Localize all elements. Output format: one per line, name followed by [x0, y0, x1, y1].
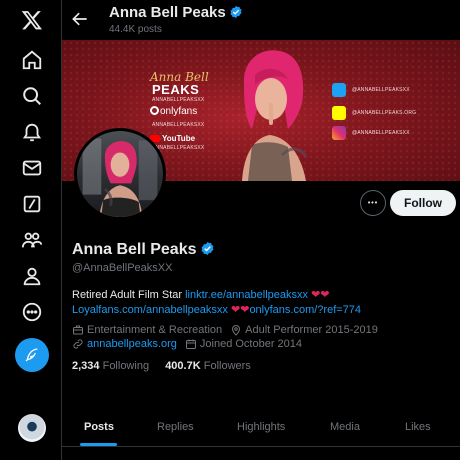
banner-social-2: @ANNABELLPEAKS.ORG [352, 110, 417, 116]
banner-social-3: @ANNABELLPEAKSXX [352, 130, 410, 136]
home-icon[interactable] [18, 46, 46, 74]
link-chain-icon [73, 339, 83, 349]
left-nav-rail [0, 0, 62, 460]
more-options-button[interactable]: ••• [360, 190, 386, 216]
profile-bio: Retired Adult Film Star linktr.ee/annabe… [72, 289, 362, 316]
banner-photo-person [242, 50, 308, 181]
tab-likes[interactable]: Likes [405, 421, 431, 433]
twitter-logo-icon [332, 83, 346, 97]
tab-highlights[interactable]: Highlights [237, 421, 285, 433]
verified-badge-icon [230, 5, 242, 19]
location-pin-icon [232, 325, 241, 336]
banner-handle-1: ANNABELLPEAKSXX [152, 97, 205, 103]
profile-website-link[interactable]: annabellpeaks.org [87, 338, 177, 350]
profile-tabs: Posts Replies Highlights Media Likes [62, 407, 460, 447]
banner-social-1: @ANNABELLPEAKSXX [352, 87, 410, 93]
profile-avatar-photo [82, 138, 158, 217]
verified-badge-icon [201, 241, 213, 256]
tab-posts[interactable]: Posts [84, 421, 114, 433]
compose-post-button[interactable] [15, 338, 49, 372]
communities-icon[interactable] [18, 226, 46, 254]
feather-compose-icon [25, 348, 38, 362]
x-logo-icon[interactable] [18, 6, 46, 34]
more-circle-icon[interactable] [18, 298, 46, 326]
header-profile-name: Anna Bell Peaks [109, 4, 243, 21]
profile-joined-date: Joined October 2014 [199, 338, 303, 350]
banner-peaks-text: PEAKS [152, 82, 200, 97]
account-avatar[interactable] [18, 414, 46, 442]
onlyfans-logo-icon [150, 106, 159, 115]
active-tab-indicator [80, 443, 117, 446]
following-stat[interactable]: 2,334 Following [72, 360, 149, 372]
briefcase-icon [73, 325, 83, 335]
bio-link-onlyfans[interactable]: onlyfans.com/?ref=774 [249, 304, 361, 316]
profile-meta-row-2: annabellpeaks.org Joined October 2014 [72, 338, 302, 350]
calendar-icon [185, 339, 196, 349]
tab-replies[interactable]: Replies [157, 421, 194, 433]
snapchat-logo-icon [332, 106, 346, 120]
profile-category: Entertainment & Recreation [87, 324, 223, 336]
messages-envelope-icon[interactable] [18, 154, 46, 182]
header-post-count: 44.4K posts [109, 24, 162, 35]
profile-avatar[interactable] [74, 128, 166, 220]
bio-link-linktree[interactable]: linktr.ee/annabellpeaksxx [185, 289, 308, 301]
profile-location: Adult Performer 2015-2019 [245, 324, 378, 336]
tab-media[interactable]: Media [330, 421, 360, 433]
follow-button[interactable]: Follow [390, 190, 456, 216]
grok-icon[interactable] [18, 190, 46, 218]
banner-onlyfans-logo: onlyfans [150, 106, 197, 117]
notifications-bell-icon[interactable] [18, 118, 46, 146]
profile-main-column: Anna Bell Peaks 44.4K posts Anna Bell PE… [62, 0, 460, 460]
back-arrow-icon[interactable] [70, 9, 90, 29]
instagram-logo-icon [332, 126, 346, 140]
profile-follow-stats: 2,334 Following 400.7K Followers [72, 360, 251, 372]
profile-handle: @AnnaBellPeaksXX [72, 262, 173, 274]
red-heart-icon: ❤❤ [311, 289, 330, 301]
profile-top-bar: Anna Bell Peaks 44.4K posts [62, 0, 460, 40]
search-icon[interactable] [18, 82, 46, 110]
profile-person-icon[interactable] [18, 262, 46, 290]
bio-link-loyalfans[interactable]: Loyalfans.com/annabellpeaksxx [72, 304, 228, 316]
profile-display-name: Anna Bell Peaks [72, 241, 215, 259]
red-heart-icon: ❤❤ [231, 304, 250, 316]
banner-handle-2: ANNABELLPEAKSXX [152, 122, 205, 128]
followers-stat[interactable]: 400.7K Followers [165, 360, 251, 372]
profile-meta-row-1: Entertainment & Recreation Adult Perform… [72, 324, 378, 336]
banner-youtube-logo: YouTube [150, 134, 195, 143]
